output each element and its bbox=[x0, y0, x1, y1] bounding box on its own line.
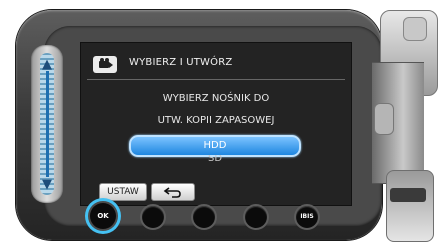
ok-hardware-button[interactable]: OK bbox=[90, 203, 116, 229]
hardware-button-3[interactable] bbox=[193, 206, 215, 228]
movie-camera-icon bbox=[93, 56, 117, 73]
slider-line bbox=[46, 71, 49, 177]
hinge-nub bbox=[374, 103, 394, 135]
back-arrow-icon bbox=[163, 187, 181, 198]
hardware-button-2[interactable] bbox=[142, 206, 164, 228]
hinge-cap bbox=[403, 17, 427, 41]
lcd-screen: WYBIERZ I UTWÓRZ WYBIERZ NOŚNIK DO UTW. … bbox=[80, 42, 352, 206]
menu-title: WYBIERZ I UTWÓRZ bbox=[129, 57, 233, 68]
slider-down-arrow-icon[interactable]: ▼ bbox=[39, 178, 55, 191]
prompt-line-2: UTW. KOPII ZAPASOWEJ bbox=[157, 115, 275, 126]
hinge-middle bbox=[372, 62, 424, 184]
touch-slider[interactable]: ▲ ▼ bbox=[31, 45, 63, 203]
hinge-bar bbox=[390, 188, 426, 202]
option-hdd[interactable]: HDD bbox=[129, 135, 301, 157]
ok-label: OK bbox=[97, 212, 109, 220]
camcorder-device: ▲ ▼ WYBIERZ I UTWÓRZ WYBIERZ NOŚNIK DO U… bbox=[0, 0, 440, 244]
hinge-bottom bbox=[386, 170, 434, 242]
option-sd[interactable]: SD bbox=[129, 155, 301, 165]
hardware-button-row: OK IBIS bbox=[90, 203, 330, 233]
ibis-hardware-button[interactable]: IBIS bbox=[296, 206, 318, 228]
lcd-hinge bbox=[372, 0, 440, 244]
back-button[interactable] bbox=[151, 183, 195, 201]
slider-up-arrow-icon[interactable]: ▲ bbox=[39, 58, 55, 71]
menu-title-bar: WYBIERZ I UTWÓRZ bbox=[87, 49, 345, 80]
prompt-line-1: WYBIERZ NOŚNIK DO bbox=[162, 93, 270, 104]
hardware-button-4[interactable] bbox=[245, 206, 267, 228]
ibis-label: IBIS bbox=[300, 213, 314, 220]
set-button[interactable]: USTAW bbox=[99, 183, 147, 201]
